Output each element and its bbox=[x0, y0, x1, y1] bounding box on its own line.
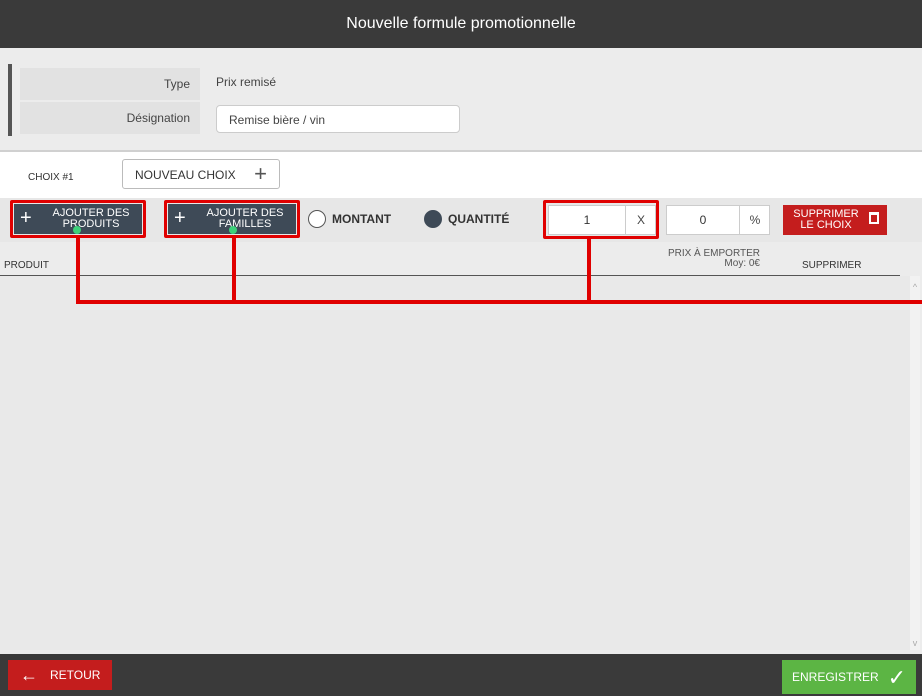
delete-choice-label: SUPPRIMER LE CHOIX bbox=[793, 208, 859, 231]
page-title: Nouvelle formule promotionnelle bbox=[346, 15, 576, 32]
mode-amount-radio[interactable]: MONTANT bbox=[308, 210, 391, 228]
title-bar: Nouvelle formule promotionnelle bbox=[0, 0, 922, 48]
delete-choice-button[interactable]: SUPPRIMER LE CHOIX bbox=[783, 205, 887, 235]
scroll-down-icon[interactable]: v bbox=[910, 638, 920, 648]
designation-input[interactable]: Remise bière / vin bbox=[216, 105, 460, 133]
type-row: Type Prix remisé bbox=[20, 68, 910, 100]
save-label: ENREGISTRER bbox=[792, 670, 879, 684]
radio-checked-icon bbox=[424, 210, 442, 228]
trash-icon bbox=[869, 212, 879, 224]
column-delete: SUPPRIMER bbox=[802, 260, 862, 271]
save-button[interactable]: ENREGISTRER ✓ bbox=[782, 660, 916, 694]
new-choice-button[interactable]: NOUVEAU CHOIX + bbox=[122, 159, 280, 189]
back-button[interactable]: ← RETOUR bbox=[8, 660, 112, 690]
cursor-dot bbox=[73, 226, 81, 234]
designation-label: Désignation bbox=[20, 102, 200, 134]
highlight-quantity bbox=[543, 200, 659, 239]
percent-value: 0 bbox=[699, 213, 707, 227]
mode-quantity-label: QUANTITÉ bbox=[448, 212, 510, 226]
promotion-info-panel: Type Prix remisé Désignation Remise bièr… bbox=[8, 64, 917, 136]
type-value: Prix remisé bbox=[216, 75, 277, 89]
product-list bbox=[0, 276, 910, 650]
plus-icon: + bbox=[254, 161, 267, 186]
radio-unchecked-icon bbox=[308, 210, 326, 228]
tab-choice-1[interactable]: CHOIX #1 bbox=[28, 172, 74, 183]
annotation-connector-families bbox=[232, 238, 236, 304]
arrow-left-icon: ← bbox=[20, 665, 38, 685]
mode-amount-label: MONTANT bbox=[332, 212, 392, 226]
percent-suffix: % bbox=[739, 206, 770, 234]
check-icon: ✓ bbox=[887, 665, 906, 690]
column-price: PRIX À EMPORTER Moy: 0€ bbox=[640, 249, 760, 269]
mode-quantity-radio[interactable]: QUANTITÉ bbox=[424, 210, 509, 228]
back-label: RETOUR bbox=[50, 668, 101, 682]
scroll-up-icon[interactable]: ^ bbox=[910, 282, 920, 292]
choice-tabs-bar: CHOIX #1 NOUVEAU CHOIX + bbox=[0, 150, 922, 200]
column-price-average: Moy: 0€ bbox=[724, 258, 760, 269]
new-choice-label: NOUVEAU CHOIX bbox=[135, 168, 236, 182]
type-label: Type bbox=[20, 68, 200, 100]
cursor-dot bbox=[229, 226, 237, 234]
percent-field[interactable]: 0 % bbox=[666, 205, 770, 235]
list-scrollbar[interactable]: ^ v bbox=[910, 276, 920, 650]
column-product: PRODUIT bbox=[4, 260, 49, 271]
annotation-connector-horizontal bbox=[76, 300, 922, 304]
annotation-connector-products bbox=[76, 238, 80, 304]
designation-row: Désignation Remise bière / vin bbox=[20, 102, 910, 134]
annotation-connector-quantity bbox=[587, 239, 591, 304]
table-header: PRODUIT PRIX À EMPORTER Moy: 0€ SUPPRIME… bbox=[0, 243, 900, 277]
